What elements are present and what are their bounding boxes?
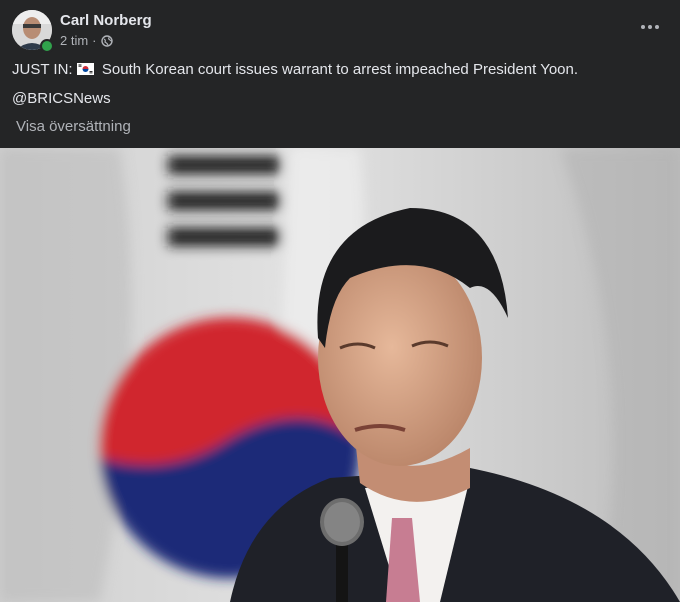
online-status-indicator (40, 39, 54, 53)
author-name[interactable]: Carl Norberg (60, 12, 152, 29)
globe-icon[interactable] (100, 34, 113, 47)
post-options-button[interactable] (632, 12, 668, 42)
see-translation-link[interactable]: Visa översättning (16, 118, 131, 135)
post-mention-line: @BRICSNews (12, 89, 668, 109)
post-card: Carl Norberg 2 tim · JUST IN: South Kore… (0, 0, 680, 602)
post-photo[interactable] (0, 148, 680, 602)
post-timestamp[interactable]: 2 tim (60, 33, 88, 48)
post-text-body: South Korean court issues warrant to arr… (101, 61, 579, 78)
post-text: JUST IN: South Korean court issues warra… (12, 60, 668, 109)
mention-link[interactable]: @BRICSNews (12, 90, 111, 107)
post-text-prefix: JUST IN: (12, 61, 73, 78)
post-photo-image (0, 148, 680, 602)
post-meta: 2 tim · (60, 33, 113, 48)
south-korea-flag-icon (76, 61, 94, 75)
post-headline: JUST IN: South Korean court issues warra… (12, 60, 668, 80)
meta-separator: · (92, 33, 97, 48)
more-horizontal-icon (641, 25, 659, 29)
post-header: Carl Norberg 2 tim · (0, 0, 680, 60)
